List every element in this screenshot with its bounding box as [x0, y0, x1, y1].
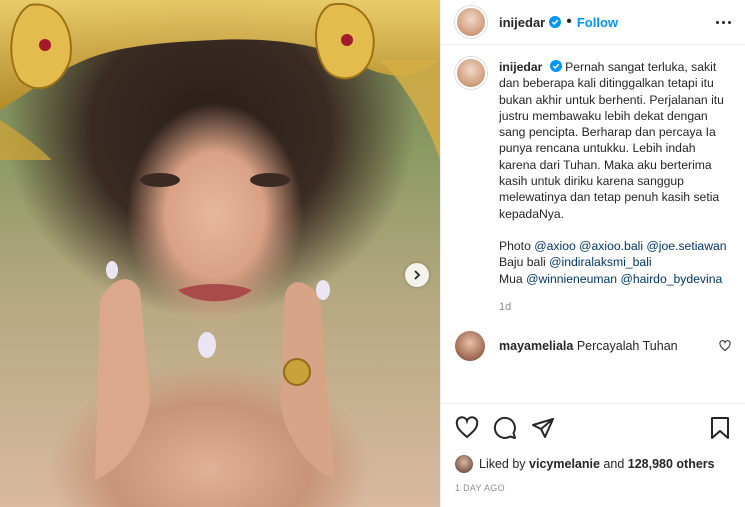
commenter-username[interactable]: mayameliala — [499, 339, 573, 353]
liker-avatar[interactable] — [455, 455, 473, 473]
post-side-panel: inijedar • Follow inijedar Pernah sangat… — [440, 0, 745, 507]
caption-age[interactable]: 1d — [499, 301, 731, 313]
portrait-details — [95, 173, 335, 480]
more-options-icon[interactable] — [716, 20, 731, 24]
liker-username[interactable]: vicymelanie — [529, 457, 600, 471]
caption-author-avatar[interactable] — [455, 57, 487, 89]
separator-dot: • — [566, 13, 572, 30]
caption-body: Pernah sangat terluka, sakit dan beberap… — [499, 60, 724, 221]
save-button[interactable] — [709, 416, 731, 440]
share-button[interactable] — [531, 416, 555, 440]
tag-link[interactable]: @winnieneuman — [526, 272, 617, 286]
comments-section: inijedar Pernah sangat terluka, sakit da… — [441, 45, 745, 403]
tag-link[interactable]: @indiralaksmi_bali — [549, 255, 651, 269]
follow-button[interactable]: Follow — [577, 15, 618, 30]
tag-link[interactable]: @joe.setiawan — [646, 239, 726, 253]
caption: inijedar Pernah sangat terluka, sakit da… — [455, 57, 731, 287]
carousel-next-button[interactable] — [405, 263, 429, 287]
tag-link[interactable]: @axioo.bali — [579, 239, 643, 253]
author-username[interactable]: inijedar — [499, 15, 545, 30]
share-icon — [532, 417, 554, 438]
instagram-post: inijedar • Follow inijedar Pernah sangat… — [0, 0, 745, 507]
post-timestamp[interactable]: 1 DAY AGO — [441, 477, 745, 507]
comment-button[interactable] — [493, 416, 517, 440]
comment-text: mayameliala Percayalah Tuhan — [499, 339, 678, 353]
comment-icon — [493, 416, 516, 439]
tag-link[interactable]: @hairdo_bydevina — [620, 272, 722, 286]
action-bar — [441, 403, 745, 451]
post-header: inijedar • Follow — [441, 0, 745, 45]
likes-count[interactable]: 128,980 others — [628, 457, 715, 471]
post-photo[interactable] — [0, 0, 440, 507]
tag-link[interactable]: @axioo — [534, 239, 576, 253]
commenter-avatar[interactable] — [455, 330, 485, 361]
verified-badge-icon — [549, 60, 562, 72]
comment-row: mayameliala Percayalah Tuhan — [455, 330, 731, 361]
credit-photo: Photo @axioo @axioo.bali @joe.setiawan — [499, 238, 727, 253]
credit-baju: Baju bali @indiralaksmi_bali — [499, 255, 652, 270]
comment-body: Percayalah Tuhan — [576, 338, 678, 353]
chevron-right-icon — [414, 270, 421, 280]
heart-icon[interactable] — [719, 340, 731, 352]
verified-badge-icon — [549, 16, 562, 28]
bookmark-icon — [711, 416, 729, 439]
likes-summary: Liked by vicymelanie and 128,980 others — [441, 451, 745, 477]
heart-icon — [455, 415, 479, 438]
credit-mua: Mua @winnieneuman @hairdo_bydevina — [499, 271, 723, 286]
like-button[interactable] — [455, 415, 479, 440]
caption-text: inijedar Pernah sangat terluka, sakit da… — [499, 59, 729, 287]
caption-username[interactable]: inijedar — [499, 60, 542, 74]
author-avatar[interactable] — [455, 6, 487, 38]
